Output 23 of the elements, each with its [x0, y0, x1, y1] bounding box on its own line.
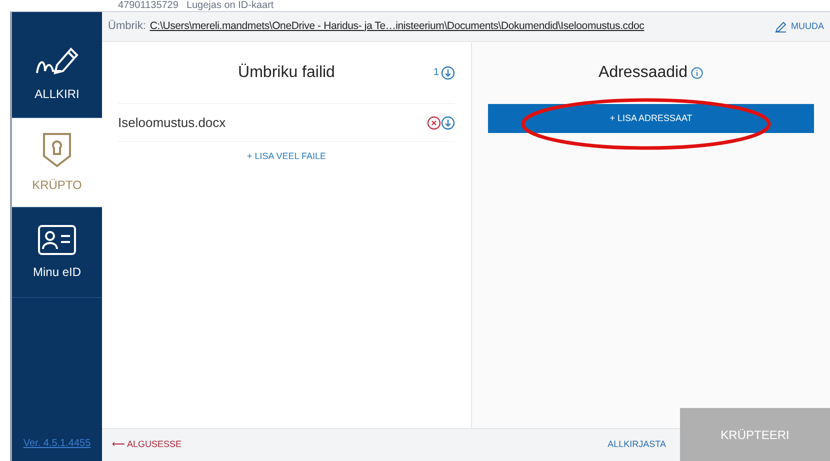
id-card-icon: [38, 224, 76, 254]
reader-status-text: Lugejas on ID-kaart: [186, 1, 274, 11]
envelope-path-link[interactable]: C:\Users\mereli.mandmets\OneDrive - Haridus- ja Te…inisteerium\Documents\Dokumendid\Iseloomustus.cdoc: [150, 18, 644, 34]
version-link[interactable]: Ver. 4.5.1.4455: [12, 436, 102, 461]
file-name: Iseloomustus.docx: [118, 114, 226, 132]
download-icon[interactable]: [441, 116, 455, 130]
file-count: 1: [433, 66, 439, 80]
info-icon[interactable]: [691, 67, 704, 79]
encrypt-button: KRÜPTEERI: [680, 408, 830, 461]
sidebar-tab[interactable]: KRÜPTO: [12, 118, 102, 208]
back-link[interactable]: ⟵ ALGUSESSE: [112, 438, 182, 452]
add-files-link[interactable]: + LISA VEEL FAILE: [247, 150, 326, 164]
sign-link[interactable]: ALLKIRJASTA: [608, 438, 666, 452]
id-code-text: 47901135729: [118, 1, 178, 11]
shield-lock-icon: [42, 132, 72, 168]
recipients-title: Adressaadid: [598, 63, 688, 83]
pencil-icon: [775, 20, 787, 32]
files-title: Ümbriku failid: [238, 62, 335, 82]
envelope-label: Ümbrik:: [108, 18, 146, 34]
edit-button[interactable]: MUUDA: [775, 20, 824, 34]
add-recipient-button[interactable]: + LISA ADRESSAAT: [488, 104, 814, 133]
remove-icon[interactable]: [427, 116, 441, 130]
download-icon[interactable]: [441, 66, 455, 80]
